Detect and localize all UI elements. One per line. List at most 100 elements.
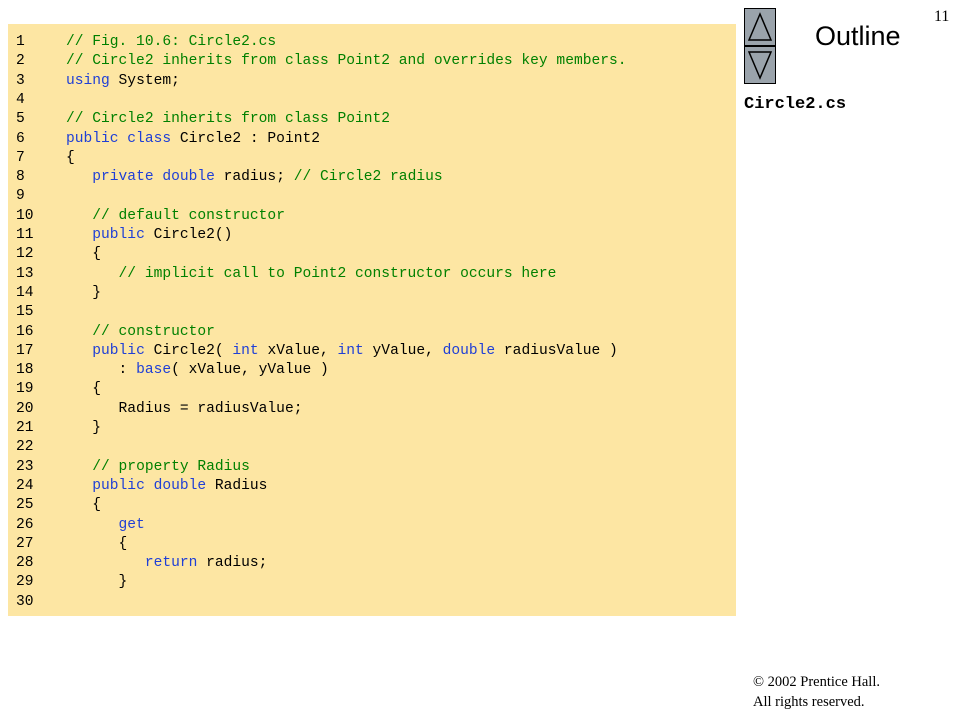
line-number: 3	[16, 72, 25, 89]
code-text: // implicit call to Point2 constructor o…	[66, 265, 557, 284]
slide-number: 11	[934, 8, 950, 25]
code-token: }	[66, 420, 102, 436]
copyright-notice: © 2002 Prentice Hall. All rights reserve…	[753, 672, 880, 712]
line-number: 1	[16, 34, 25, 50]
code-token: Radius = radiusValue;	[66, 400, 303, 417]
code-token: Circle2(	[144, 342, 233, 359]
line-number: 15	[16, 304, 34, 321]
code-comment: // default constructor	[92, 207, 285, 224]
line-number: 6	[16, 130, 25, 147]
line-number: 25	[16, 497, 34, 514]
code-text: public class Circle2 : Point2	[66, 130, 320, 149]
code-comment: // Circle2 radius	[293, 169, 443, 186]
code-comment: // implicit call to Point2 constructor o…	[118, 265, 557, 282]
code-text: // Fig. 10.6: Circle2.cs	[66, 33, 276, 52]
code-text: {	[66, 149, 75, 168]
code-token: {	[66, 497, 102, 514]
code-token: xValue,	[258, 342, 338, 359]
code-token: {	[66, 149, 75, 166]
code-text: public Circle2( int xValue, int yValue, …	[66, 342, 618, 361]
code-text: using System;	[66, 72, 180, 91]
file-name-label: Circle2.cs	[744, 95, 847, 114]
code-token: }	[66, 284, 102, 301]
triangle-down-icon	[747, 51, 773, 80]
rights-line: All rights reserved.	[753, 694, 865, 710]
line-number: 12	[16, 246, 34, 263]
line-number: 7	[16, 149, 25, 166]
code-text: {	[66, 380, 101, 399]
code-token: {	[66, 381, 102, 398]
copyright-line: © 2002 Prentice Hall.	[753, 674, 880, 690]
next-slide-button[interactable]	[744, 46, 776, 84]
code-keyword: public class	[66, 130, 172, 147]
triangle-up-icon	[747, 12, 773, 41]
code-text: // Circle2 inherits from class Point2 an…	[66, 52, 627, 71]
line-number: 28	[16, 555, 34, 572]
line-number: 9	[16, 188, 25, 205]
code-text: return radius;	[66, 554, 268, 573]
code-keyword: double	[442, 342, 496, 359]
line-number: 23	[16, 458, 34, 475]
code-keyword: public double	[92, 477, 207, 494]
line-number: 11	[16, 227, 34, 243]
code-token: :	[66, 362, 137, 379]
code-text: get	[66, 516, 145, 535]
code-comment: // Fig. 10.6: Circle2.cs	[66, 34, 277, 50]
line-number: 13	[16, 265, 34, 282]
code-text: {	[66, 245, 101, 264]
code-text: // constructor	[66, 323, 215, 342]
line-number: 21	[16, 420, 34, 436]
code-comment: // property Radius	[92, 458, 250, 475]
code-token: yValue,	[363, 342, 443, 359]
code-text: }	[66, 284, 101, 303]
code-token: ( xValue, yValue )	[171, 362, 329, 379]
code-text: }	[66, 419, 101, 438]
code-keyword: int	[337, 342, 364, 359]
code-text: // property Radius	[66, 458, 250, 477]
code-text: : base( xValue, yValue )	[66, 361, 329, 380]
code-token: Radius	[206, 477, 268, 494]
code-comment: // Circle2 inherits from class Point2 an…	[66, 53, 627, 70]
code-token: Circle2()	[144, 227, 233, 243]
code-token: radius;	[214, 169, 294, 186]
line-number: 2	[16, 53, 25, 70]
code-keyword: public	[92, 342, 145, 359]
code-token: Circle2 : Point2	[171, 130, 320, 147]
code-keyword: private double	[92, 169, 215, 186]
code-token: {	[66, 246, 102, 263]
line-number: 29	[16, 574, 34, 591]
code-text: Radius = radiusValue;	[66, 400, 303, 419]
line-number: 19	[16, 381, 34, 398]
code-keyword: using	[66, 72, 110, 89]
line-number: 17	[16, 342, 34, 359]
code-keyword: return	[144, 555, 198, 572]
code-token: {	[66, 535, 128, 552]
code-comment: // constructor	[92, 323, 215, 340]
code-text: // Circle2 inherits from class Point2	[66, 110, 390, 129]
code-token: radius;	[197, 555, 268, 572]
code-text: {	[66, 496, 101, 515]
code-text: {	[66, 535, 128, 554]
code-comment: // Circle2 inherits from class Point2	[66, 111, 391, 128]
line-number: 10	[16, 207, 34, 224]
line-number: 8	[16, 169, 25, 186]
code-text: public double Radius	[66, 477, 267, 496]
code-token: System;	[109, 72, 180, 89]
line-number: 24	[16, 477, 34, 494]
previous-slide-button[interactable]	[744, 8, 776, 46]
code-text: }	[66, 573, 128, 592]
code-token: radiusValue )	[495, 342, 618, 359]
line-number: 27	[16, 535, 34, 552]
line-number: 20	[16, 400, 34, 417]
line-number: 16	[16, 323, 34, 340]
code-listing-panel: 1 // Fig. 10.6: Circle2.cs 2 // Circle2 inh…	[8, 24, 736, 616]
